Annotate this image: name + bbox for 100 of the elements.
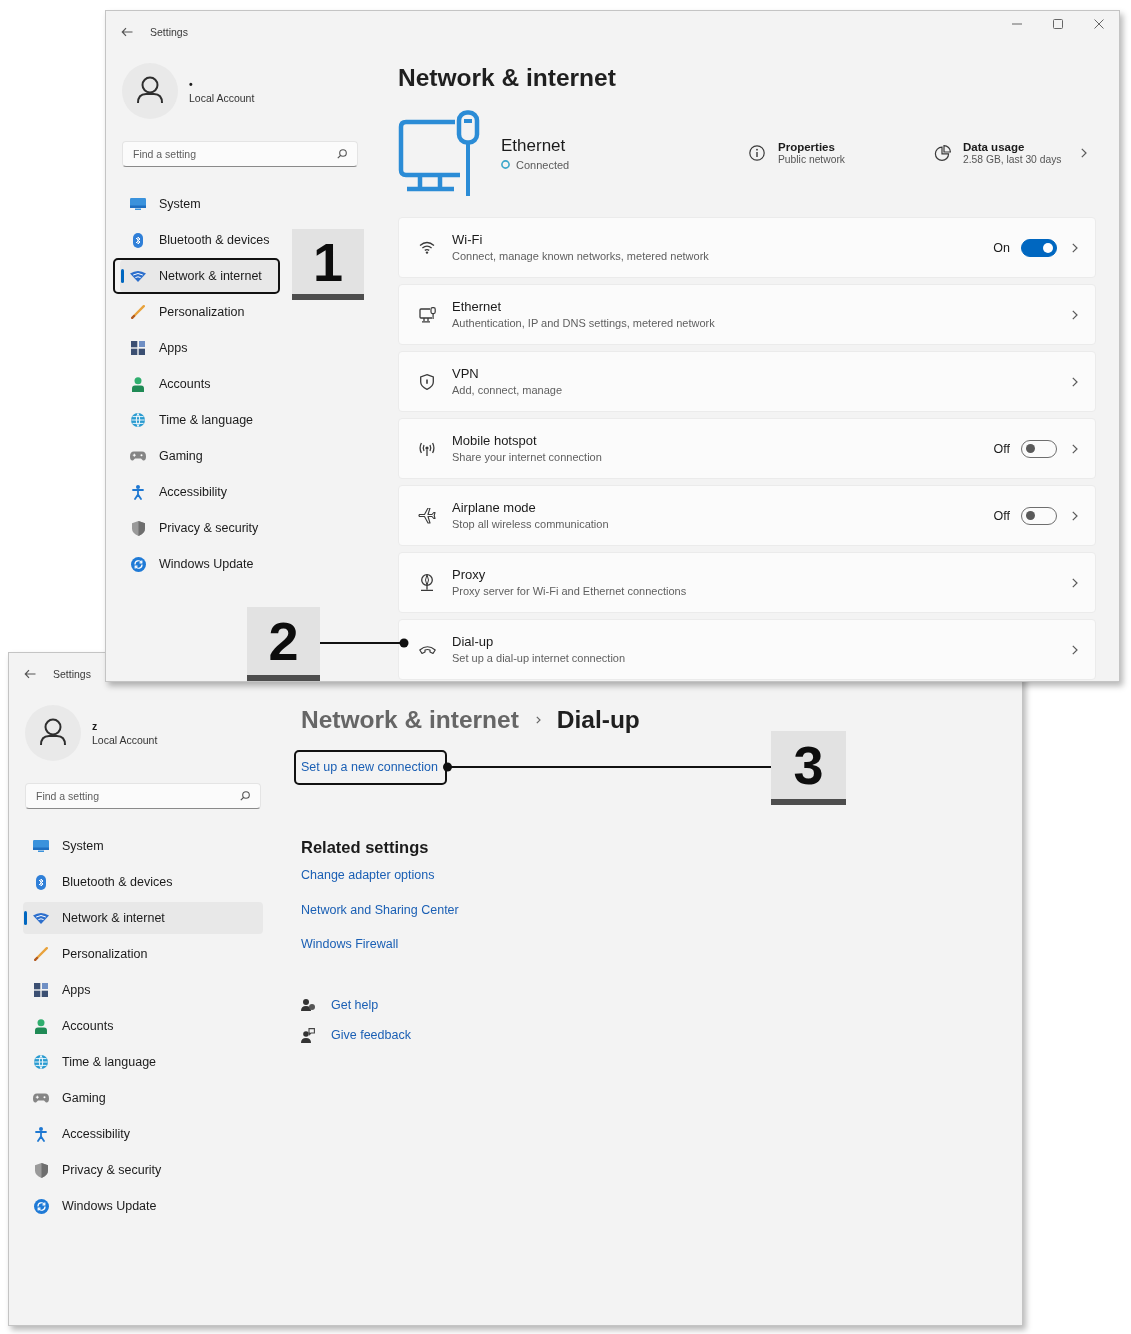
back-icon (24, 668, 36, 679)
shield-icon (34, 1162, 48, 1178)
network-profile-text: Public network (778, 154, 845, 166)
row-title: Wi-Fi (452, 232, 483, 248)
step-badge: 3 (771, 731, 846, 805)
nav-item[interactable]: Windows Update (23, 1190, 263, 1222)
nav-item[interactable]: Bluetooth & devices (120, 224, 278, 256)
person-bubble-icon (301, 998, 315, 1012)
settings-row[interactable]: Proxy Proxy server for Wi-Fi and Ethernet connections (398, 552, 1096, 613)
airplane-icon (418, 507, 436, 524)
toggle-state-label: Off (993, 441, 1010, 456)
related-setting-link[interactable]: Windows Firewall (301, 936, 399, 952)
data-usage-link[interactable]: Data usage (963, 140, 1025, 154)
account-type: Local Account (189, 92, 255, 104)
nav-item[interactable]: Network & internet (120, 260, 278, 292)
step-badge: 1 (292, 229, 364, 300)
account-type: Local Account (92, 734, 158, 746)
nav-item[interactable]: Privacy & security (23, 1154, 263, 1186)
related-settings-heading: Related settings (301, 837, 429, 857)
row-title: VPN (452, 366, 479, 382)
brush-icon (131, 305, 145, 319)
row-description: Stop all wireless communication (452, 518, 609, 531)
monitor-icon (130, 198, 146, 210)
row-description: Proxy server for Wi-Fi and Ethernet connections (452, 585, 687, 598)
globe-icon (131, 413, 145, 427)
settings-row[interactable]: VPN Add, connect, manage (398, 351, 1096, 412)
nav-item[interactable]: Gaming (120, 440, 278, 472)
data-usage-text: 2.58 GB, last 30 days (963, 154, 1062, 166)
account-name: • (189, 78, 193, 90)
nav-item[interactable]: Gaming (23, 1082, 263, 1114)
nav-item[interactable]: Personalization (23, 938, 263, 970)
toggle-switch[interactable] (1021, 238, 1057, 257)
connection-status: Connected (516, 158, 570, 171)
settings-row[interactable]: Wi-Fi Connect, manage known networks, metered network On (398, 217, 1096, 278)
nav-item[interactable]: Accounts (120, 368, 278, 400)
settings-row[interactable]: Ethernet Authentication, IP and DNS settings, metered network (398, 284, 1096, 345)
nav-item[interactable]: Accounts (23, 1010, 263, 1042)
toggle-switch[interactable] (1021, 439, 1057, 458)
wifi-icon (419, 241, 435, 254)
accessibility-icon (132, 484, 144, 500)
back-icon (121, 26, 133, 37)
bluetooth-icon (133, 232, 143, 248)
status-ring-icon (501, 160, 510, 169)
chevron-right-icon (1072, 644, 1078, 655)
page-heading: Network & internet (398, 63, 616, 93)
settings-row[interactable]: Mobile hotspot Share your internet connection Off (398, 418, 1096, 479)
row-description: Share your internet connection (452, 451, 602, 464)
search-icon (337, 149, 347, 159)
shield-icon (420, 373, 434, 390)
nav-item[interactable]: Bluetooth & devices (23, 866, 263, 898)
account-name: z (92, 720, 98, 732)
refresh-icon (33, 1198, 49, 1214)
related-setting-link[interactable]: Network and Sharing Center (301, 901, 459, 918)
search-field[interactable]: Find a setting (122, 141, 358, 167)
related-setting-link[interactable]: Change adapter options (301, 867, 435, 883)
chevron-right-icon (1072, 376, 1078, 387)
toggle-switch[interactable] (1021, 506, 1057, 525)
toggle-state-label: Off (993, 508, 1010, 523)
broadcast-icon (418, 441, 436, 456)
nav-item[interactable]: System (120, 188, 278, 220)
search-input[interactable]: Find a setting (36, 788, 240, 804)
nav-item[interactable]: Time & language (120, 404, 278, 436)
nav-item[interactable]: Time & language (23, 1046, 263, 1078)
nav-item[interactable]: Network & internet (23, 902, 263, 934)
search-field[interactable]: Find a setting (25, 783, 261, 809)
chevron-right-icon (1081, 148, 1087, 158)
accessibility-icon (35, 1126, 47, 1142)
help-link[interactable]: Get help (331, 997, 379, 1013)
setup-connection-link[interactable]: Set up a new connection (301, 759, 438, 775)
monitor-icon (33, 840, 49, 852)
nav-item[interactable]: System (23, 830, 263, 862)
person-speech-icon (301, 1027, 315, 1043)
chevron-right-icon (1072, 242, 1078, 253)
feedback-link[interactable]: Give feedback (331, 1027, 411, 1043)
breadcrumb-link[interactable]: Network & internet (301, 705, 519, 735)
chevron-right-icon (1072, 510, 1078, 521)
phone-icon (418, 644, 436, 655)
toggle-state-label: On (993, 240, 1010, 255)
apps-grid-icon (34, 983, 48, 997)
connection-name: Ethernet (501, 135, 566, 156)
globe-icon (34, 1055, 48, 1069)
nav-item[interactable]: Windows Update (120, 548, 278, 580)
settings-row[interactable]: Airplane mode Stop all wireless communication Off (398, 485, 1096, 546)
minimize-icon (1011, 23, 1022, 25)
step-badge: 2 (247, 607, 320, 681)
settings-row[interactable]: Dial-up Set up a dial-up internet connection (398, 619, 1096, 680)
monitor-icon (418, 306, 436, 323)
nav-item[interactable]: Apps (120, 332, 278, 364)
nav-item[interactable]: Accessibility (23, 1118, 263, 1150)
apps-grid-icon (131, 341, 145, 355)
nav-item[interactable]: Privacy & security (120, 512, 278, 544)
nav-item[interactable]: Accessibility (120, 476, 278, 508)
search-input[interactable]: Find a setting (133, 146, 337, 162)
row-description: Authentication, IP and DNS settings, metered network (452, 317, 715, 330)
properties-link[interactable]: Properties (778, 140, 835, 154)
row-description: Set up a dial-up internet connection (452, 652, 626, 665)
nav-item[interactable]: Personalization (120, 296, 278, 328)
row-description: Connect, manage known networks, metered network (452, 250, 709, 263)
nav-item[interactable]: Apps (23, 974, 263, 1006)
row-title: Mobile hotspot (452, 433, 537, 449)
